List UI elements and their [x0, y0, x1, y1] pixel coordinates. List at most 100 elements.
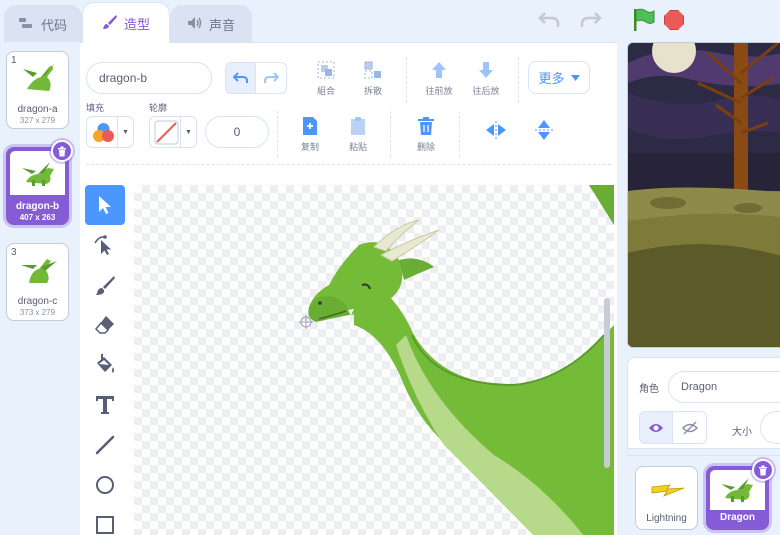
group-button[interactable]: 組合 [309, 60, 343, 97]
size-field[interactable] [760, 411, 780, 444]
tab-sounds[interactable]: 声音 [170, 5, 252, 43]
text-tool[interactable] [85, 385, 125, 425]
sprite-info-panel: 角色 Dragon 大小 [627, 357, 780, 449]
hide-button[interactable] [673, 411, 707, 444]
chevron-down-icon: ▼ [117, 117, 133, 147]
arrow-up-icon [432, 62, 446, 78]
eraser-tool[interactable] [85, 305, 125, 345]
rectangle-icon [96, 516, 114, 534]
line-tool[interactable] [85, 425, 125, 465]
trash-icon [759, 465, 767, 475]
redo-button[interactable] [256, 62, 287, 94]
flip-horizontal-button[interactable] [479, 121, 513, 139]
ungroup-icon [364, 61, 381, 79]
line-icon [95, 435, 115, 455]
paste-label: 粘贴 [348, 142, 367, 152]
tab-costumes-label: 造型 [123, 16, 150, 32]
group-icon [317, 61, 335, 79]
eye-hidden-icon [681, 420, 698, 435]
costume-thumbnail [23, 63, 55, 91]
rectangle-tool[interactable] [85, 505, 125, 535]
copy-icon [303, 117, 317, 135]
copy-button[interactable]: 复制 [293, 116, 327, 153]
tab-code[interactable]: 代码 [4, 5, 82, 43]
circle-tool[interactable] [85, 465, 125, 505]
costume-name: dragon-b [15, 201, 60, 212]
undo-redo-group [225, 62, 287, 94]
costume-name: dragon-c [17, 296, 58, 307]
toolbar-divider [406, 57, 407, 103]
more-button[interactable]: 更多 [528, 61, 590, 94]
delete-button[interactable]: 删除 [409, 116, 443, 153]
copy-label: 复制 [300, 142, 319, 152]
chevron-down-icon: ▼ [180, 117, 196, 147]
select-tool[interactable] [85, 185, 125, 225]
stage-view[interactable] [627, 42, 780, 348]
costume-size: 373 x 279 [19, 308, 56, 317]
sprite-list: Lightning Dragon [627, 455, 780, 535]
redo-icon [264, 72, 279, 83]
group-label: 組合 [316, 86, 335, 96]
costume-size: 407 x 263 [19, 213, 56, 222]
sprite-name: Dragon [720, 512, 755, 523]
reshape-tool[interactable] [85, 225, 125, 265]
fill-color-picker[interactable]: ▼ [86, 116, 134, 148]
eye-icon [649, 423, 663, 432]
outline-width-field[interactable]: 0 [205, 116, 269, 148]
forward-label: 往前放 [425, 86, 453, 96]
drawing-canvas[interactable] [134, 185, 614, 535]
costume-number: 2 [12, 152, 18, 163]
outline-label: 轮廓 [149, 103, 168, 113]
delete-sprite-button[interactable] [752, 459, 774, 481]
tab-costumes[interactable]: 造型 [82, 2, 170, 43]
global-undo-icon[interactable] [538, 8, 562, 36]
green-flag-icon[interactable] [632, 8, 656, 37]
fill-tool[interactable] [85, 345, 125, 385]
circle-icon [96, 476, 114, 494]
toolbar-separator [86, 164, 611, 165]
text-icon [96, 396, 114, 414]
toolbar-divider [390, 111, 391, 157]
costume-list: 1 dragon-a 327 x 279 2 dragon-b 407 x 26… [0, 42, 80, 535]
tab-sounds-label: 声音 [208, 18, 235, 33]
flip-vertical-button[interactable] [527, 119, 561, 141]
toolbar-divider [277, 111, 278, 157]
global-redo-icon[interactable] [578, 8, 602, 36]
more-label: 更多 [538, 71, 565, 86]
backward-label: 往后放 [472, 86, 500, 96]
costume-thumbnail [21, 259, 57, 283]
size-label: 大小 [732, 427, 752, 438]
paint-editor: dragon-b 組合 拆散 往前放 往后放 更多 填充 轮廓 ▼ ▼ 0 复制… [80, 42, 617, 535]
toolbar-divider [459, 111, 460, 157]
tool-palette [85, 185, 125, 535]
sprite-name: Lightning [646, 513, 687, 524]
reshape-icon [94, 235, 111, 255]
visibility-toggle [639, 411, 707, 444]
global-undo-redo [538, 8, 602, 36]
stop-icon[interactable] [664, 10, 684, 30]
forward-button[interactable]: 往前放 [422, 60, 456, 97]
brush-icon [96, 276, 115, 295]
outline-color-picker[interactable]: ▼ [149, 116, 197, 148]
paste-icon [351, 117, 365, 135]
ungroup-button[interactable]: 拆散 [356, 60, 390, 97]
dragon-costume-drawing [299, 185, 614, 535]
sprite-tile[interactable]: Lightning [635, 466, 698, 530]
costume-item[interactable]: 3 dragon-c 373 x 279 [6, 243, 69, 321]
brush-tool[interactable] [85, 265, 125, 305]
tab-code-label: 代码 [40, 18, 67, 33]
no-outline-icon [154, 120, 179, 145]
delete-label: 删除 [416, 142, 435, 152]
costume-name-field[interactable]: dragon-b [86, 62, 212, 94]
sprite-label: 角色 [639, 384, 659, 395]
trash-icon [418, 117, 434, 135]
fill-swatch-icon [93, 123, 114, 142]
show-button[interactable] [639, 411, 673, 444]
canvas-scrollbar[interactable] [604, 298, 610, 468]
paste-button[interactable]: 粘贴 [341, 116, 375, 153]
undo-button[interactable] [225, 62, 256, 94]
backward-button[interactable]: 往后放 [469, 60, 503, 97]
sprite-name-field[interactable]: Dragon [668, 371, 780, 403]
costume-item[interactable]: 1 dragon-a 327 x 279 [6, 51, 69, 129]
costume-item-selected[interactable]: 2 dragon-b 407 x 263 [6, 147, 69, 225]
